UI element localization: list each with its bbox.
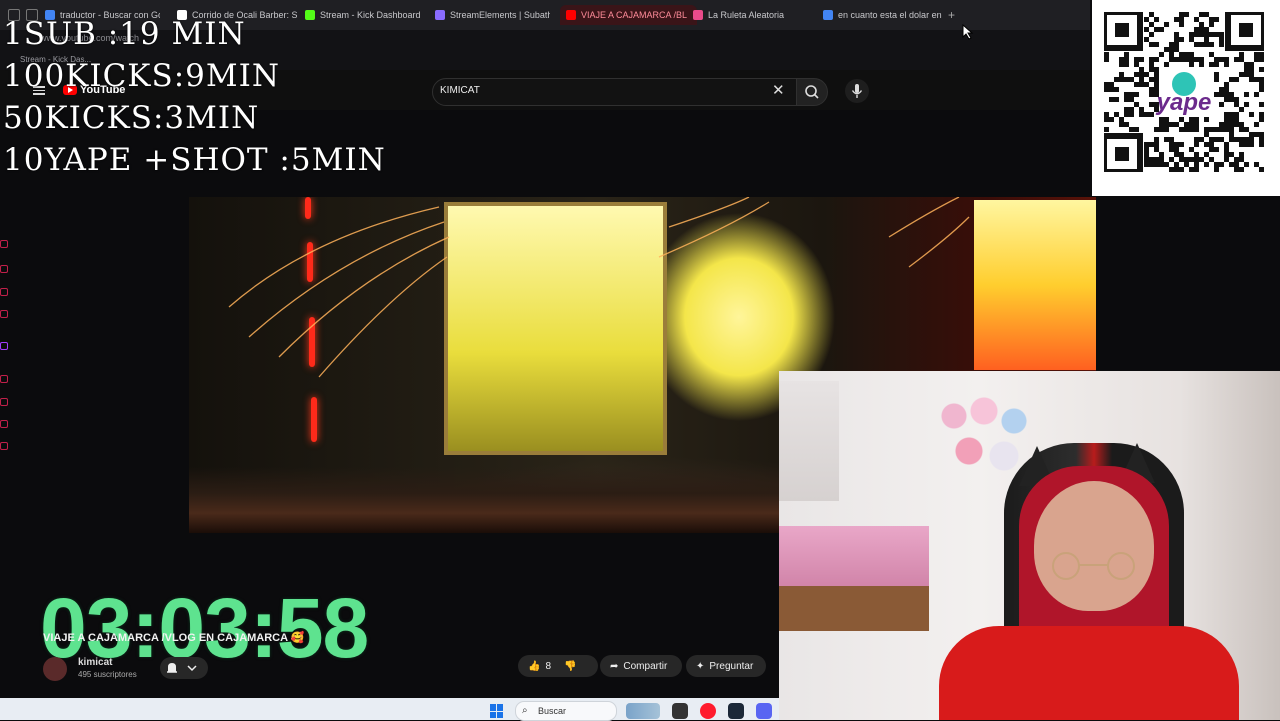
goal-line: 1SUB :19 MIN xyxy=(3,16,246,52)
browser-tab-label: StreamElements | Subathc xyxy=(450,10,550,20)
windows-taskbar xyxy=(0,698,780,720)
qr-code: yape xyxy=(1104,12,1264,172)
bed-frame xyxy=(779,586,929,631)
webcam-feed xyxy=(779,371,1280,720)
ask-label: Preguntar xyxy=(709,660,754,672)
goal-line: 10YAPE +SHOT :5MIN xyxy=(3,142,386,178)
sidebar-icon[interactable] xyxy=(0,310,8,318)
search-icon: ⌕ xyxy=(522,705,528,716)
goal-line: 100KICKS:9MIN xyxy=(3,58,280,94)
browser-tab[interactable]: VIAJE A CAJAMARCA /BL xyxy=(560,5,697,25)
sidebar-icon[interactable] xyxy=(0,442,8,450)
goal-line: 50KICKS:3MIN xyxy=(3,100,260,136)
voice-search-button[interactable] xyxy=(845,79,869,103)
sidebar-icon[interactable] xyxy=(0,398,8,406)
taskbar-search-label: Buscar xyxy=(538,706,567,716)
search-input[interactable] xyxy=(432,78,798,106)
sparkle-icon: ✦ xyxy=(696,660,705,672)
browser-tab-label: Stream - Kick Dashboard xyxy=(320,10,421,20)
share-button[interactable]: ➦ Compartir xyxy=(600,655,682,677)
bell-icon xyxy=(167,663,197,673)
like-dislike-group: 👍 8 👎 xyxy=(518,655,598,677)
search-button[interactable] xyxy=(796,78,828,106)
channel-name[interactable]: kimicat xyxy=(78,657,112,668)
opera-icon[interactable] xyxy=(700,703,716,719)
new-tab-button[interactable]: + xyxy=(948,8,955,22)
share-label: Compartir xyxy=(623,660,668,672)
discord-icon[interactable] xyxy=(756,703,772,719)
thumbs-up-icon[interactable]: 👍 xyxy=(528,661,540,672)
video-title: VIAJE A CAJAMARCA /VLOG EN CAJAMARCA 🥰 xyxy=(43,632,305,644)
tab-favicon-icon xyxy=(435,10,445,20)
browser-tab[interactable]: en cuanto esta el dolar en xyxy=(823,5,943,25)
tab-favicon-icon xyxy=(305,10,315,20)
tab-favicon-icon xyxy=(693,10,703,20)
browser-tab-label: La Ruleta Aleatoria xyxy=(708,10,785,20)
browser-tab[interactable]: StreamElements | Subathc xyxy=(435,5,550,25)
yape-logo: yape xyxy=(1156,89,1212,116)
notification-bell-button[interactable] xyxy=(160,657,208,679)
search-input-value: KIMICAT xyxy=(440,85,480,96)
taskbar-widget-icon[interactable] xyxy=(626,703,660,719)
sidebar-icon[interactable] xyxy=(0,420,8,428)
sidebar-icon[interactable] xyxy=(0,288,8,296)
steam-icon[interactable] xyxy=(728,703,744,719)
streamer-shirt xyxy=(939,626,1239,720)
thumbs-down-icon[interactable]: 👎 xyxy=(564,661,576,672)
streamer-face xyxy=(1034,481,1154,611)
browser-tab-label: en cuanto esta el dolar en xyxy=(838,10,942,20)
tab-favicon-icon xyxy=(566,10,576,20)
sidebar-icon[interactable] xyxy=(0,240,8,248)
sidebar-icon[interactable] xyxy=(0,265,8,273)
close-icon[interactable]: ✕ xyxy=(772,81,785,99)
browser-tab-label: VIAJE A CAJAMARCA /BL xyxy=(581,10,688,20)
browser-tab[interactable]: La Ruleta Aleatoria xyxy=(693,5,808,25)
yape-qr-panel: yape xyxy=(1092,0,1280,196)
tab-favicon-icon xyxy=(823,10,833,20)
avatar[interactable] xyxy=(43,657,67,681)
microphone-icon xyxy=(851,84,863,98)
mouse-cursor-icon xyxy=(962,24,974,40)
sidebar-icon[interactable] xyxy=(0,375,8,383)
glasses xyxy=(1052,552,1135,580)
windows-start-icon[interactable] xyxy=(490,704,504,718)
search-icon xyxy=(805,85,819,99)
browser-tab[interactable]: Stream - Kick Dashboard xyxy=(305,5,423,25)
ask-button[interactable]: ✦ Preguntar xyxy=(686,655,766,677)
like-count: 8 xyxy=(545,660,552,672)
sidebar-icon[interactable] xyxy=(0,342,8,350)
subscriber-count: 495 suscriptores xyxy=(78,670,137,679)
bookshelf xyxy=(779,381,839,501)
taskbar-app-icon[interactable] xyxy=(672,703,688,719)
share-icon: ➦ xyxy=(610,660,619,672)
